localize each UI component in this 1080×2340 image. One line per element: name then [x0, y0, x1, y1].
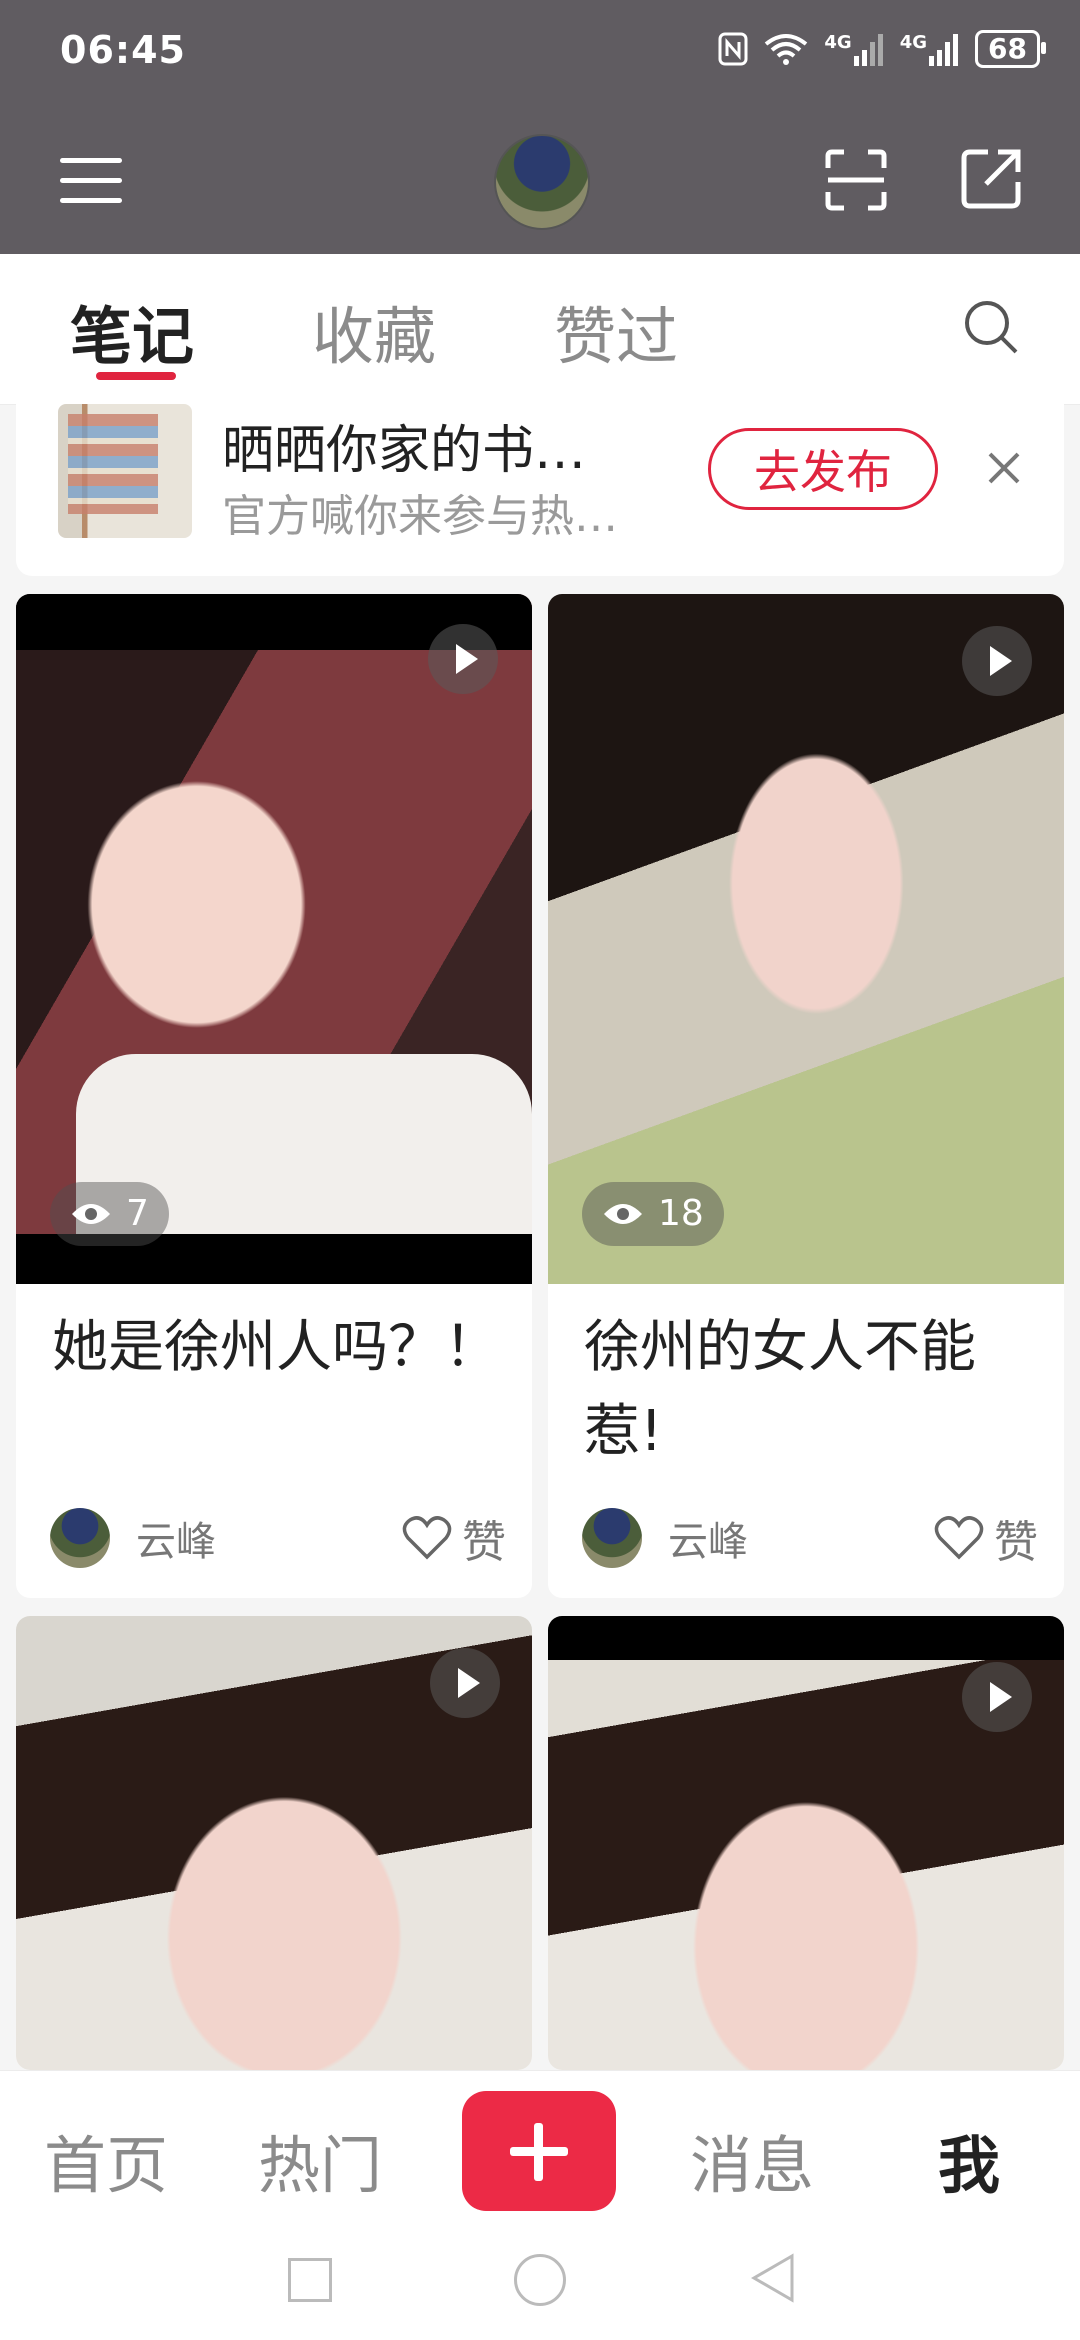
view-count: 7 [50, 1182, 169, 1246]
view-count: 18 [582, 1182, 724, 1246]
play-icon [428, 624, 498, 694]
promo-thumbnail [58, 404, 192, 538]
view-count-value: 7 [126, 1193, 149, 1234]
nav-trending[interactable]: 热门 [258, 2115, 382, 2205]
system-nav-bar [0, 2230, 1080, 2340]
tab-bar: 笔记 收藏 赞过 [0, 254, 1080, 405]
signal-1: 4G [824, 32, 883, 66]
like-button[interactable]: 赞 [402, 1506, 506, 1570]
add-note-button[interactable] [462, 2091, 616, 2211]
author-name: 云峰 [668, 1519, 748, 1565]
heart-icon [402, 1516, 452, 1560]
note-author[interactable]: 云峰 [50, 1508, 216, 1568]
play-icon [962, 626, 1032, 696]
close-icon[interactable] [976, 440, 1032, 496]
nfc-icon [718, 32, 748, 66]
battery-icon: 68 [975, 30, 1046, 68]
tab-liked[interactable]: 赞过 [554, 286, 678, 376]
signal-2: 4G [900, 32, 959, 66]
note-card[interactable]: 7 她是徐州人吗？！ 云峰 赞 [16, 594, 532, 1598]
nav-messages[interactable]: 消息 [690, 2115, 814, 2205]
note-card[interactable] [548, 1616, 1064, 2070]
tab-indicator [96, 372, 176, 380]
status-time: 06:45 [60, 28, 186, 72]
note-author[interactable]: 云峰 [582, 1508, 748, 1568]
note-image [16, 594, 532, 1284]
promo-subtitle: 官方喊你来参与热… [222, 491, 618, 542]
author-avatar [50, 1508, 110, 1568]
nav-home[interactable]: 首页 [44, 2115, 168, 2205]
wifi-icon [765, 34, 808, 65]
network-label-2: 4G [899, 32, 928, 53]
nav-me[interactable]: 我 [938, 2115, 1000, 2205]
recent-apps-icon[interactable] [288, 2258, 332, 2302]
note-card[interactable] [16, 1616, 532, 2070]
signal-bars-icon [929, 34, 959, 66]
note-image [548, 594, 1064, 1284]
publish-now-button[interactable]: 去发布 [708, 428, 938, 510]
note-title: 徐州的女人不能惹! [584, 1315, 976, 1464]
like-label: 赞 [994, 1517, 1038, 1568]
status-icons: 4G 4G 68 [718, 30, 1046, 68]
play-icon [430, 1648, 500, 1718]
signal-bars-icon [853, 34, 883, 66]
like-label: 赞 [462, 1517, 506, 1568]
eye-icon [604, 1204, 642, 1224]
eye-icon [72, 1204, 110, 1224]
top-header: 06:45 4G 4G 68 [0, 0, 1080, 254]
note-card[interactable]: 18 徐州的女人不能惹! 云峰 赞 [548, 594, 1064, 1598]
like-button[interactable]: 赞 [934, 1506, 1038, 1570]
author-avatar [582, 1508, 642, 1568]
bottom-nav: 首页 热门 消息 我 [0, 2070, 1080, 2231]
play-icon [962, 1662, 1032, 1732]
author-name: 云峰 [136, 1519, 216, 1565]
share-icon[interactable] [958, 146, 1024, 212]
promo-title: 晒晒你家的书… [222, 421, 587, 481]
tab-favorites[interactable]: 收藏 [312, 286, 436, 376]
back-icon[interactable] [748, 2252, 796, 2304]
scan-icon[interactable] [824, 148, 888, 212]
network-label-1: 4G [824, 32, 852, 53]
home-icon[interactable] [514, 2254, 566, 2306]
menu-icon[interactable] [60, 158, 122, 204]
promo-banner[interactable]: 晒晒你家的书… 官方喊你来参与热… 去发布 [16, 400, 1064, 576]
view-count-value: 18 [658, 1193, 704, 1234]
heart-icon [934, 1516, 984, 1560]
tab-notes[interactable]: 笔记 [70, 286, 194, 376]
note-title: 她是徐州人吗？！ [52, 1315, 500, 1380]
search-icon[interactable] [962, 298, 1020, 356]
avatar[interactable] [494, 134, 590, 230]
